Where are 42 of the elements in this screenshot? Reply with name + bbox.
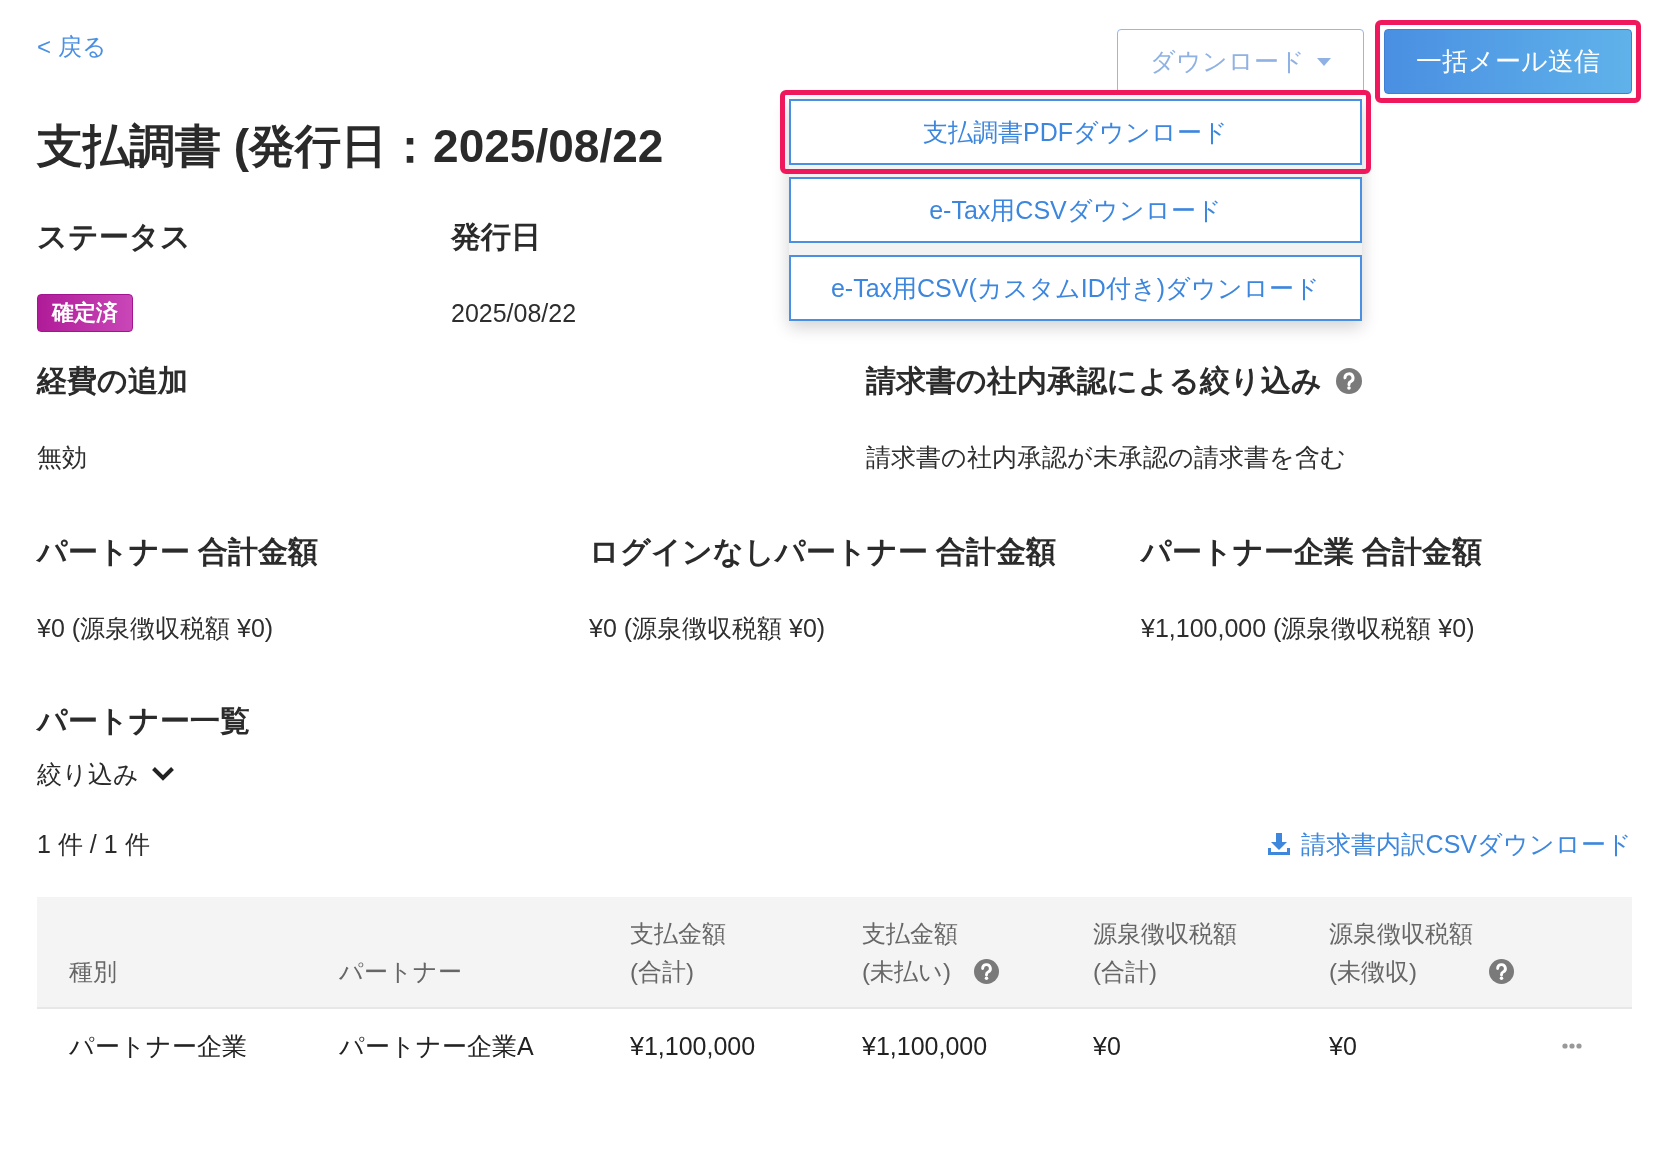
back-link[interactable]: < 戻る	[37, 32, 107, 62]
table-cell: ¥1,100,000	[862, 1031, 988, 1061]
field-label: パートナー 合計金額	[37, 534, 319, 570]
field-value: ¥1,100,000 (源泉徴収税額 ¥0)	[1141, 613, 1475, 644]
field-label: ログインなしパートナー 合計金額	[589, 534, 1057, 570]
more-icon[interactable]	[1562, 1043, 1582, 1049]
primary-button[interactable]: 一括メール送信	[1384, 29, 1632, 94]
page-title: 支払調書 (発行日：2025/08/22	[37, 119, 664, 174]
result-count: 1 件 / 1 件	[37, 828, 150, 860]
field-value: ¥0 (源泉徴収税額 ¥0)	[589, 613, 826, 644]
table-cell: ¥0	[1329, 1031, 1357, 1061]
menu-item[interactable]: e-Tax用CSVダウンロード	[789, 177, 1362, 243]
field-value: ¥0 (源泉徴収税額 ¥0)	[37, 613, 274, 644]
filter-toggle[interactable]: 絞り込み	[37, 757, 175, 791]
column-header: 源泉徴収税額 (未徴収)	[1329, 919, 1473, 987]
status-badge: 確定済	[37, 294, 133, 332]
field-value: 2025/08/22	[451, 298, 577, 329]
field-label: パートナー企業 合計金額	[1141, 534, 1483, 570]
field-label: 発行日	[451, 219, 541, 255]
table-cell: ¥1,100,000	[630, 1031, 756, 1061]
menu-item[interactable]: 支払調書PDFダウンロード	[789, 99, 1362, 165]
field-label: ステータス	[37, 219, 191, 255]
help-icon[interactable]	[1489, 959, 1514, 984]
menu-item[interactable]: e-Tax用CSV(カスタムID付き)ダウンロード	[789, 255, 1362, 321]
help-icon[interactable]	[1336, 368, 1362, 394]
help-icon[interactable]	[974, 959, 999, 984]
column-header: 種別	[69, 957, 117, 987]
column-header: パートナー	[339, 957, 462, 987]
download-icon	[1266, 832, 1291, 856]
field-label: 経費の追加	[37, 363, 188, 399]
table-cell: ¥0	[1093, 1031, 1121, 1061]
caret-icon	[1317, 57, 1331, 66]
column-header: 源泉徴収税額 (合計)	[1093, 919, 1237, 987]
table-cell-text: パートナー企業A	[339, 1030, 534, 1062]
section-title: パートナー一覧	[37, 703, 250, 739]
field-value: 請求書の社内承認が未承認の請求書を含む	[866, 442, 1346, 473]
column-header: 支払金額 (合計)	[630, 919, 726, 987]
field-value: 無効	[37, 442, 87, 473]
column-header: 支払金額 (未払い)	[862, 919, 958, 987]
field-label: 請求書の社内承認による絞り込み	[866, 363, 1322, 399]
table-cell-text: パートナー企業	[69, 1030, 247, 1062]
csv-download-link[interactable]: 請求書内訳CSVダウンロード	[1266, 827, 1632, 861]
